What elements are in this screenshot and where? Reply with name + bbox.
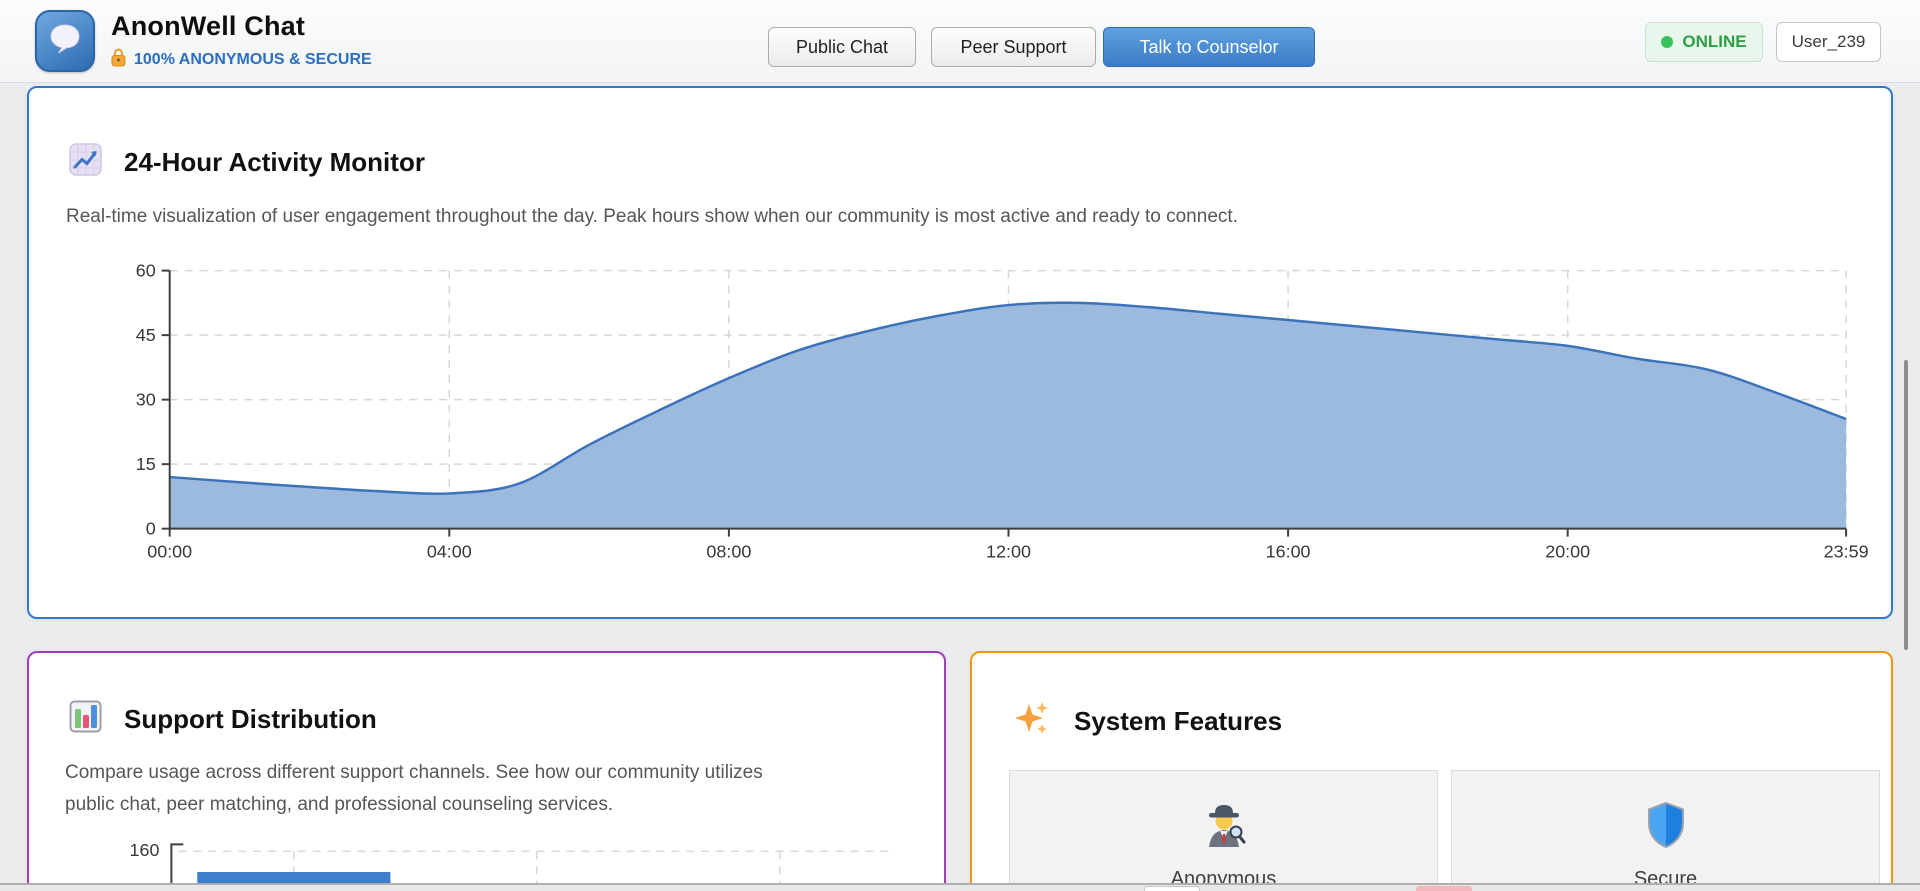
svg-text:160: 160 [130, 840, 160, 860]
feature-tile-anonymous: Anonymous [1009, 770, 1438, 891]
shield-icon [1645, 801, 1687, 854]
svg-text:12:00: 12:00 [986, 541, 1031, 561]
svg-text:00:00: 00:00 [147, 541, 192, 561]
svg-text:60: 60 [136, 261, 156, 281]
cut-off-element-pink [1416, 886, 1472, 891]
username-badge: User_239 [1776, 22, 1881, 62]
app-logo [35, 10, 95, 72]
status-label: ONLINE [1682, 32, 1747, 51]
svg-text:45: 45 [136, 325, 156, 345]
activity-chart: 0 15 30 45 60 00:00 04:00 08:00 12:00 16:00 20:00 2… [136, 261, 1869, 562]
svg-text:20:00: 20:00 [1545, 541, 1590, 561]
peer-support-button[interactable]: Peer Support [931, 27, 1096, 67]
svg-text:23:59: 23:59 [1824, 541, 1869, 561]
speech-balloon-icon [47, 22, 83, 61]
talk-to-counselor-button[interactable]: Talk to Counselor [1103, 27, 1315, 67]
online-dot [1661, 36, 1674, 48]
feature-tile-secure: Secure [1451, 770, 1880, 891]
tagline: 100% ANONYMOUS & SECURE [111, 48, 372, 72]
vertical-scrollbar[interactable] [1904, 360, 1908, 650]
system-features-card: System Features Anonymous Secure [970, 651, 1893, 891]
app-header: AnonWell Chat 100% ANONYMOUS & SECURE Pu… [0, 0, 1920, 83]
lock-icon [111, 48, 126, 72]
features-card-title: System Features [1074, 706, 1283, 736]
support-chart: 160 [130, 840, 889, 891]
main-nav: Public Chat Peer Support Talk to Counsel… [768, 27, 1315, 67]
username-text: User_239 [1791, 32, 1866, 51]
cut-off-element-white [1144, 886, 1200, 891]
public-chat-button[interactable]: Public Chat [768, 27, 916, 67]
support-distribution-card: Support Distribution Compare usage acros… [27, 651, 946, 891]
svg-text:08:00: 08:00 [706, 541, 751, 561]
viewport-bottom-strip [0, 883, 1920, 891]
svg-text:30: 30 [136, 390, 156, 410]
detective-icon [1200, 801, 1248, 854]
activity-monitor-card: 24-Hour Activity Monitor Real-time visua… [27, 86, 1893, 619]
page-title: AnonWell Chat [111, 11, 306, 41]
status-badge: ONLINE [1645, 22, 1763, 62]
tagline-text: 100% ANONYMOUS & SECURE [134, 51, 372, 68]
svg-text:15: 15 [136, 454, 156, 474]
sparkles-icon [1012, 700, 1052, 743]
svg-text:0: 0 [146, 519, 156, 539]
svg-text:16:00: 16:00 [1266, 541, 1311, 561]
svg-text:04:00: 04:00 [427, 541, 472, 561]
